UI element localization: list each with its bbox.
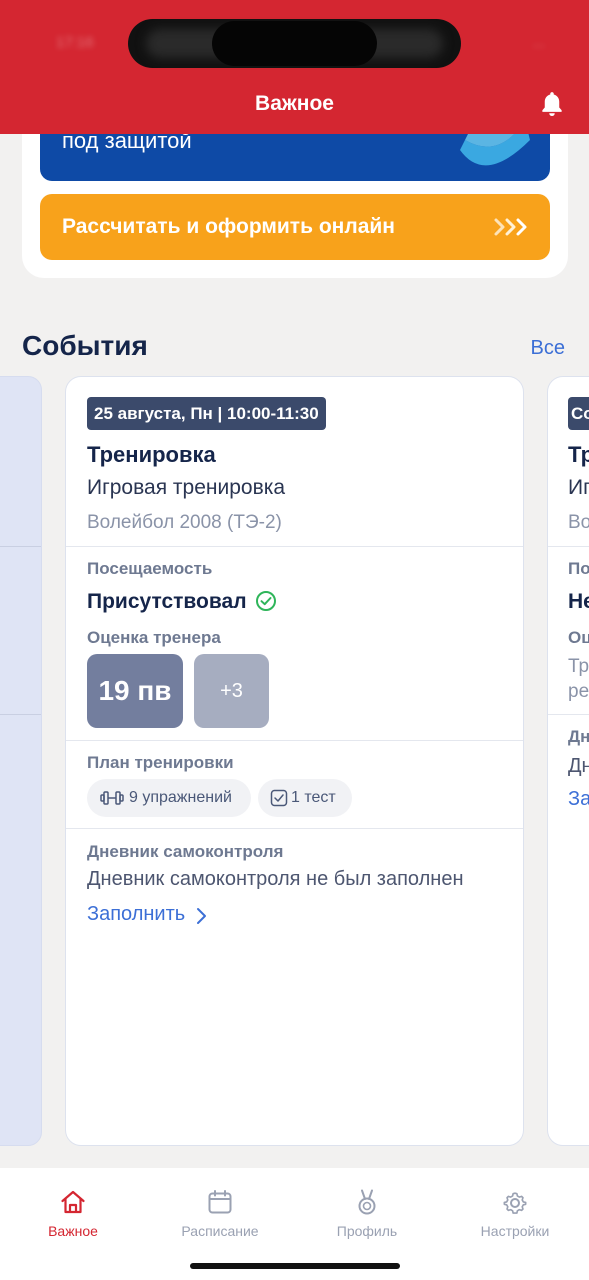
peek-diary-label: Дн: [568, 727, 589, 746]
nav-important[interactable]: Важное: [13, 1188, 133, 1239]
divider: [66, 546, 523, 547]
event-card[interactable]: 25 августа, Пн | 10:00-11:30 Тренировка …: [65, 376, 524, 1146]
event-date-badge: 25 августа, Пн | 10:00-11:30: [87, 397, 326, 430]
triple-chevron-right-icon: [494, 218, 527, 236]
exercises-chip[interactable]: 9 упражнений: [87, 779, 251, 817]
fill-diary-link[interactable]: Заполнить: [87, 903, 185, 926]
home-icon: [61, 1190, 85, 1214]
more-grades-badge[interactable]: +3: [194, 654, 269, 728]
peek-attendance-value: Не: [568, 590, 589, 613]
nav-label: Важное: [48, 1223, 98, 1239]
status-bar: 17:16 ...: [0, 0, 589, 90]
promo-card: под защитой Рассчитать и оформить онлайн: [22, 110, 568, 278]
medal-icon: [358, 1189, 376, 1215]
grade-badge[interactable]: 19 пв: [87, 654, 183, 728]
event-type: Тренировка: [87, 442, 216, 467]
bell-icon[interactable]: [537, 89, 567, 119]
nav-profile[interactable]: Профиль: [307, 1188, 427, 1239]
status-icons: ...: [532, 34, 545, 51]
checkbox-icon: [270, 789, 288, 807]
nav-label: Расписание: [181, 1223, 259, 1239]
island-camera: [212, 21, 377, 66]
exercises-count: 9 упражнений: [129, 789, 232, 806]
training-plan-label: План тренировки: [87, 753, 234, 772]
peek-grade-text: Тр: [568, 656, 589, 677]
page-title: Важное: [255, 92, 334, 115]
divider: [0, 546, 41, 547]
chevron-right-icon: [197, 908, 206, 924]
event-group: Волейбол 2008 (ТЭ-2): [87, 512, 282, 533]
nav-settings[interactable]: Настройки: [455, 1188, 575, 1239]
peek-event-name: Иг: [568, 476, 589, 499]
divider: [66, 740, 523, 741]
event-card-previous[interactable]: [0, 376, 42, 1146]
dynamic-island: [128, 19, 461, 68]
peek-grade-text: ре: [568, 681, 589, 702]
app-header: 17:16 ... Важное: [0, 0, 589, 134]
peek-date-badge: Со: [568, 397, 589, 430]
diary-status-text: Дневник самоконтроля не был заполнен: [87, 868, 464, 890]
peek-event-group: Во: [568, 512, 589, 533]
bottom-navigation: Важное Расписание Профиль Настройки: [0, 1168, 589, 1280]
status-time: 17:16: [56, 34, 94, 51]
peek-fill-link[interactable]: За: [568, 788, 589, 811]
divider: [66, 828, 523, 829]
home-indicator: [190, 1263, 400, 1269]
nav-schedule[interactable]: Расписание: [160, 1188, 280, 1239]
events-all-link[interactable]: Все: [531, 337, 565, 360]
divider: [0, 714, 41, 715]
calendar-icon: [208, 1190, 232, 1214]
events-section-title: События: [22, 330, 148, 361]
calculate-online-label: Рассчитать и оформить онлайн: [62, 215, 395, 238]
attendance-label: Посещаемость: [87, 559, 213, 578]
diary-label: Дневник самоконтроля: [87, 842, 284, 861]
dumbbell-icon: [100, 791, 124, 805]
attendance-value: Присутствовал: [87, 590, 247, 613]
check-circle-icon: [256, 591, 276, 611]
event-name: Игровая тренировка: [87, 476, 286, 499]
peek-diary-text: Дн: [568, 755, 589, 777]
peek-grade-label: Оц: [568, 628, 589, 647]
event-card-next[interactable]: Со Тр Иг Во По Не Оц Тр ре Дн Дн За: [547, 376, 589, 1146]
divider: [548, 546, 589, 547]
peek-event-type: Тр: [568, 442, 589, 467]
tests-count: 1 тест: [291, 789, 336, 806]
coach-grade-label: Оценка тренера: [87, 628, 221, 647]
peek-attendance-label: По: [568, 559, 589, 578]
tests-chip[interactable]: 1 тест: [258, 779, 352, 817]
nav-label: Профиль: [336, 1223, 398, 1239]
nav-label: Настройки: [480, 1223, 550, 1239]
gear-icon: [503, 1192, 527, 1214]
divider: [548, 714, 589, 715]
calculate-online-button[interactable]: Рассчитать и оформить онлайн: [40, 194, 550, 260]
